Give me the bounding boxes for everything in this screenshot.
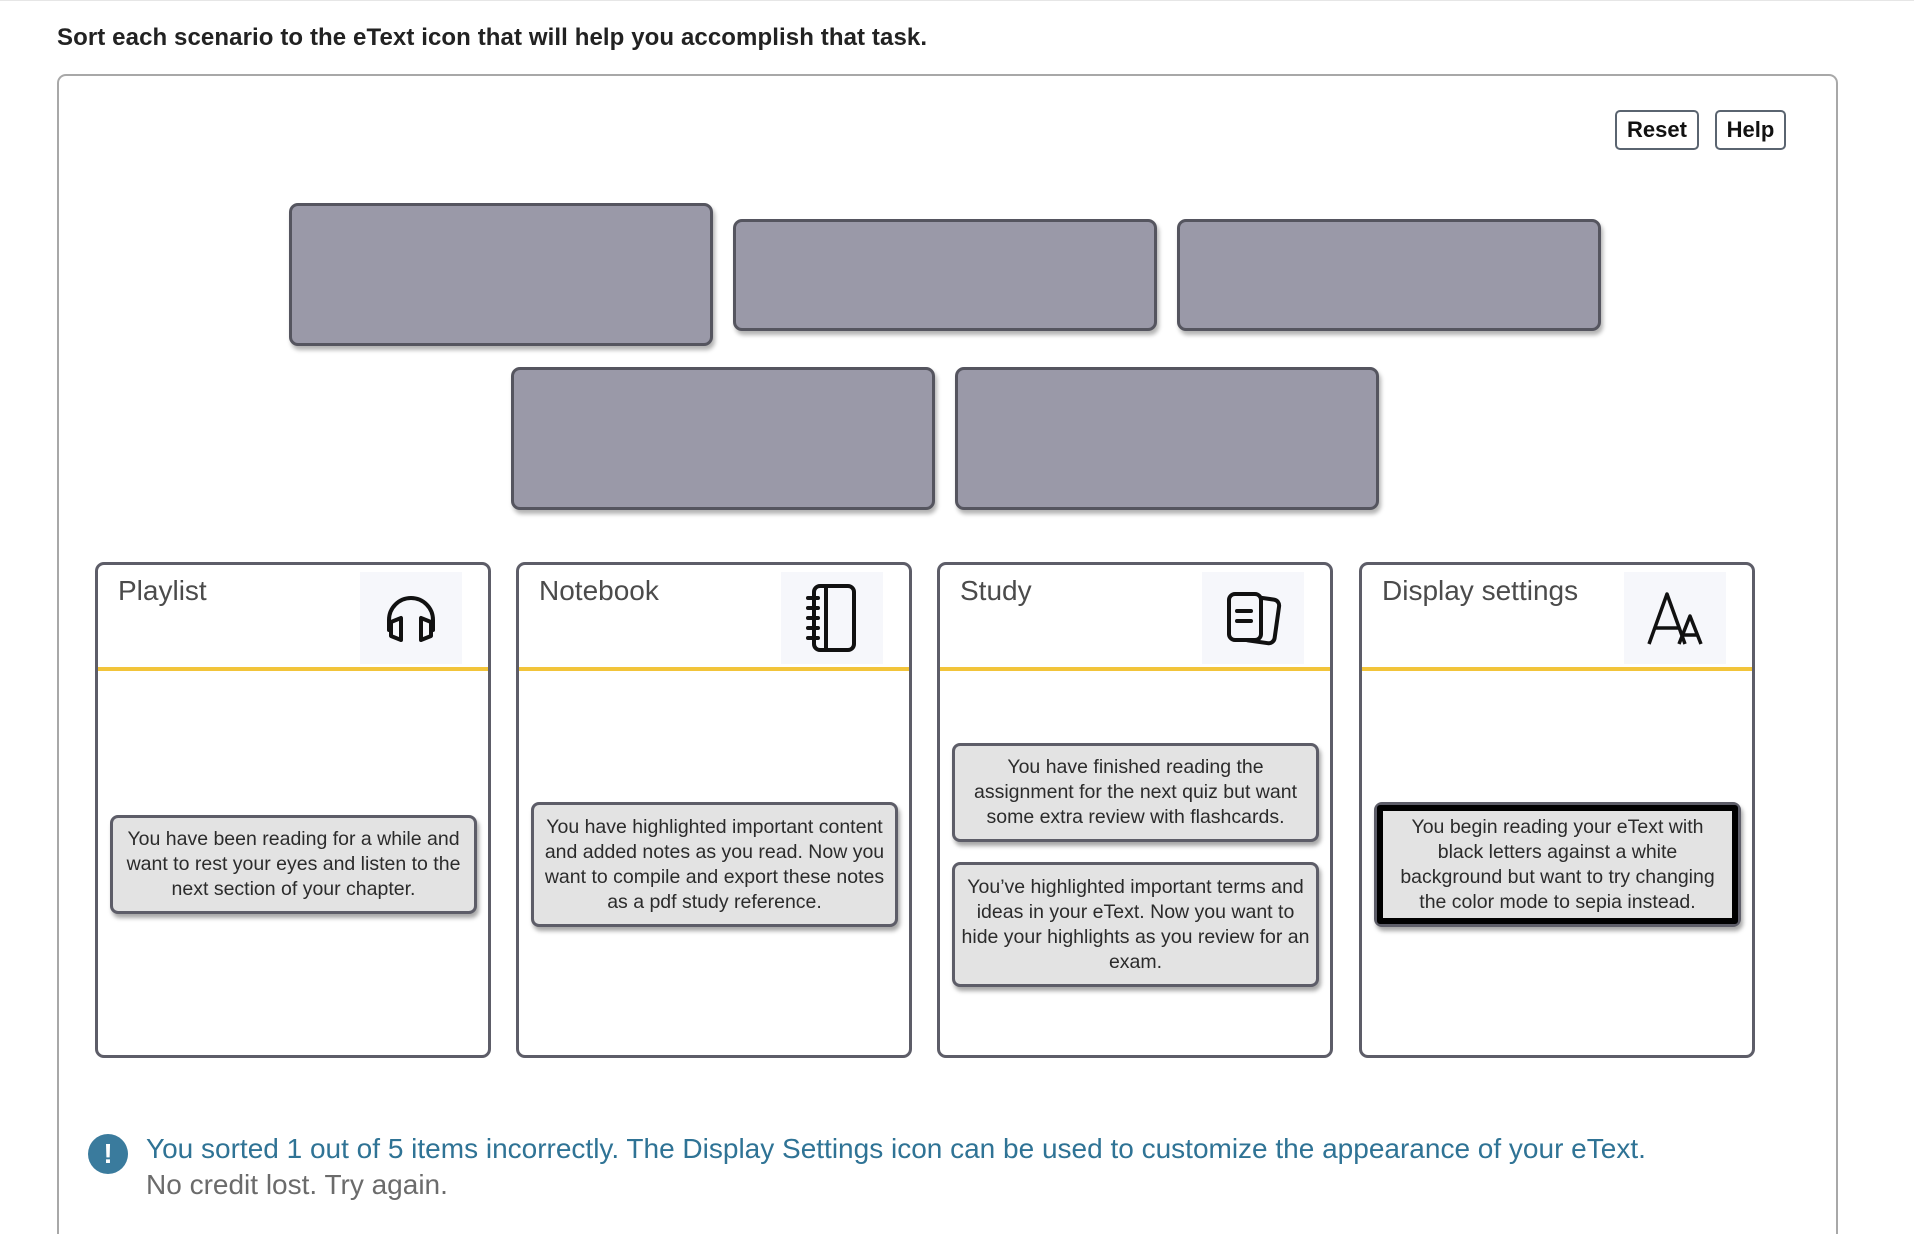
column-body: You begin reading your eText with black … xyxy=(1362,671,1752,1058)
scenario-text: You have been reading for a while and wa… xyxy=(126,828,461,900)
column-body: You have been reading for a while and wa… xyxy=(98,671,488,1058)
feedback-subtext: No credit lost. Try again. xyxy=(146,1169,448,1200)
scenario-card[interactable]: You’ve highlighted important terms and i… xyxy=(952,862,1319,987)
drop-column-playlist[interactable]: Playlist You have been reading for a whi… xyxy=(95,562,491,1058)
flashcards-icon xyxy=(1202,572,1304,664)
scenario-card[interactable]: You have finished reading the assignment… xyxy=(952,743,1319,842)
empty-card-slot[interactable] xyxy=(511,367,935,510)
drop-column-display-settings[interactable]: Display settings You begin reading your … xyxy=(1359,562,1755,1058)
empty-card-slot[interactable] xyxy=(289,203,713,346)
column-title: Notebook xyxy=(539,575,659,606)
column-title: Display settings xyxy=(1382,575,1579,606)
empty-card-slot[interactable] xyxy=(955,367,1379,510)
scenario-card[interactable]: You have highlighted important content a… xyxy=(531,802,898,927)
scenario-card-selected[interactable]: You begin reading your eText with black … xyxy=(1374,802,1741,927)
column-body: You have finished reading the assignment… xyxy=(940,671,1330,1058)
drop-column-notebook[interactable]: Notebook You have highlighted important … xyxy=(516,562,912,1058)
scenario-text: You have finished reading the assignment… xyxy=(973,756,1298,828)
column-title: Playlist xyxy=(118,575,207,606)
column-header: Display settings xyxy=(1362,565,1752,671)
column-title: Study xyxy=(960,575,1032,606)
scenario-text: You’ve highlighted important terms and i… xyxy=(961,875,1310,973)
column-body: You have highlighted important content a… xyxy=(519,671,909,1058)
reset-button[interactable]: Reset xyxy=(1615,110,1699,150)
notebook-icon xyxy=(781,572,883,664)
font-size-icon xyxy=(1624,572,1726,664)
exclamation-icon: ! xyxy=(88,1134,128,1174)
scenario-text: You begin reading your eText with black … xyxy=(1400,815,1715,913)
selection-outline: You begin reading your eText with black … xyxy=(1377,805,1738,924)
drop-column-study[interactable]: Study You have finished reading the assi… xyxy=(937,562,1333,1058)
help-button[interactable]: Help xyxy=(1715,110,1786,150)
column-header: Study xyxy=(940,565,1330,671)
column-header: Notebook xyxy=(519,565,909,671)
headphones-icon xyxy=(360,572,462,664)
feedback-text: You sorted 1 out of 5 items incorrectly.… xyxy=(146,1133,1646,1164)
top-divider xyxy=(0,0,1914,1)
scenario-text: You have highlighted important content a… xyxy=(544,815,885,913)
column-header: Playlist xyxy=(98,565,488,671)
scenario-card[interactable]: You have been reading for a while and wa… xyxy=(110,815,477,914)
empty-card-slot[interactable] xyxy=(1177,219,1601,331)
instructions-text: Sort each scenario to the eText icon tha… xyxy=(57,24,928,51)
empty-card-slot[interactable] xyxy=(733,219,1157,331)
